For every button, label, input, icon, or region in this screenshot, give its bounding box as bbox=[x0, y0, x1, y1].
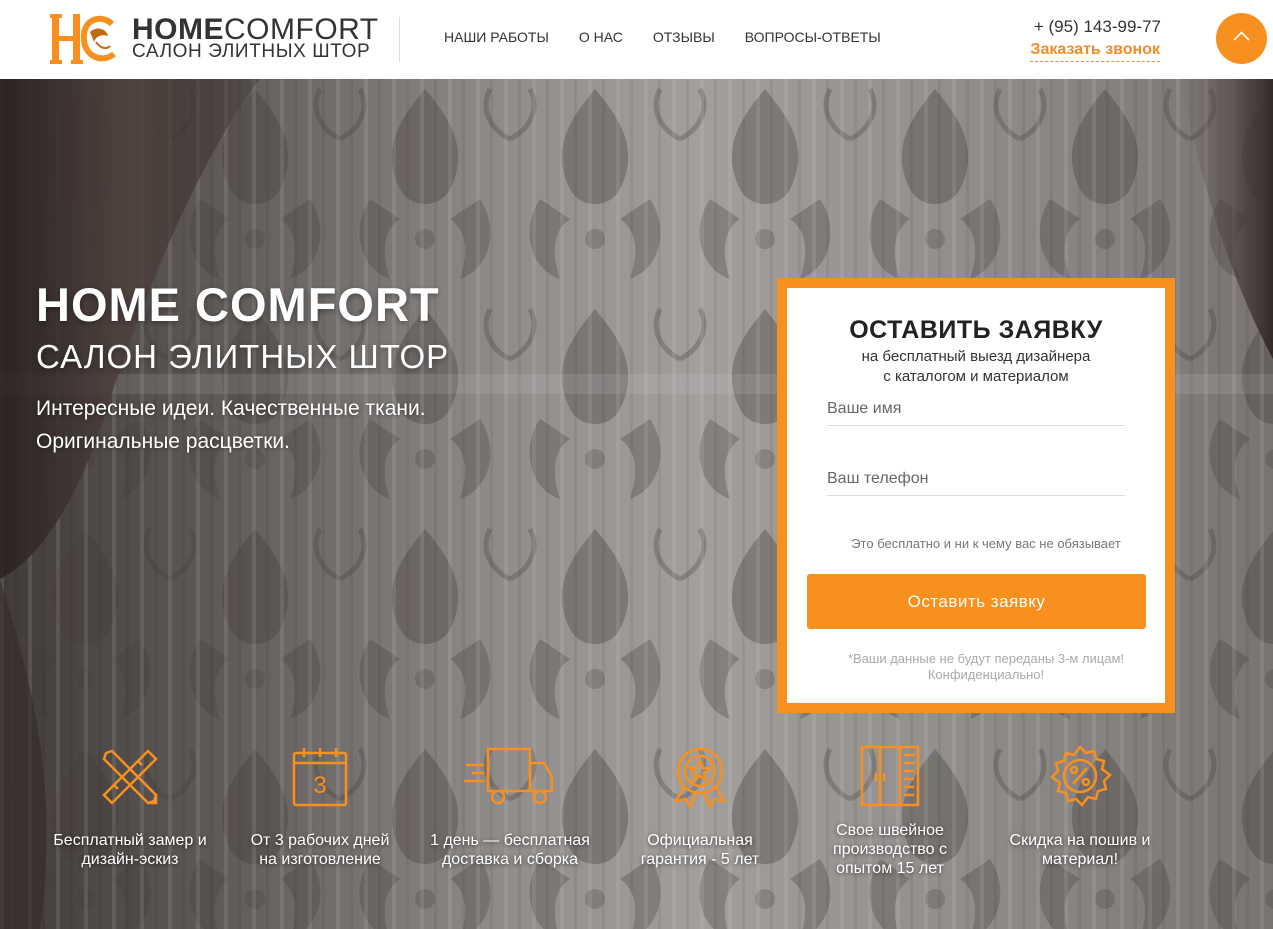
nav-item-works[interactable]: НАШИ РАБОТЫ bbox=[444, 29, 549, 45]
form-note: Это бесплатно и ни к чему вас не обязыва… bbox=[851, 536, 1121, 551]
scroll-up-button[interactable] bbox=[1216, 13, 1267, 64]
feature-production-time: 3 От 3 рабочих дней на изготовление bbox=[225, 745, 415, 869]
logo-mark-icon bbox=[50, 14, 116, 64]
award-star-icon bbox=[673, 747, 727, 809]
hero-title: HOME COMFORT bbox=[36, 278, 440, 331]
hero-section: HOME COMFORT САЛОН ЭЛИТНЫХ ШТОР Интересн… bbox=[0, 79, 1273, 929]
privacy-note-line1: *Ваши данные не будут переданы 3-м лицам… bbox=[847, 651, 1125, 666]
logo[interactable]: HOMECOMFORT САЛОН ЭЛИТНЫХ ШТОР bbox=[50, 12, 378, 68]
feature-own-production: Свое швейное производство с опытом 15 лет bbox=[795, 745, 985, 878]
feature-free-delivery: 1 день — бесплатная доставка и сборка bbox=[415, 745, 605, 869]
feature-discount: Скидка на пошив и материал! bbox=[985, 745, 1175, 869]
form-subtitle-line2: с каталогом и материалом bbox=[883, 368, 1069, 385]
discount-badge-icon bbox=[1050, 745, 1112, 807]
logo-subtitle: САЛОН ЭЛИТНЫХ ШТОР bbox=[132, 41, 371, 62]
submit-request-button[interactable]: Оставить заявку bbox=[807, 574, 1146, 629]
header-divider bbox=[399, 17, 400, 62]
hero-subtitle: САЛОН ЭЛИТНЫХ ШТОР bbox=[36, 338, 450, 375]
nav-item-faq[interactable]: ВОПРОСЫ-ОТВЕТЫ bbox=[745, 29, 881, 45]
wardrobe-icon bbox=[860, 745, 920, 807]
request-form: ОСТАВИТЬ ЗАЯВКУ на бесплатный выезд диза… bbox=[777, 278, 1175, 713]
nav-item-about[interactable]: О НАС bbox=[579, 29, 623, 45]
name-input[interactable] bbox=[827, 392, 1125, 426]
delivery-truck-icon bbox=[464, 747, 554, 805]
feature-text: 1 день — бесплатная доставка и сборка bbox=[430, 832, 590, 868]
ruler-pencil-icon bbox=[102, 749, 158, 805]
nav-item-reviews[interactable]: ОТЗЫВЫ bbox=[653, 29, 715, 45]
calendar-icon: 3 bbox=[292, 748, 348, 807]
phone-input[interactable] bbox=[827, 462, 1125, 496]
chevron-up-icon bbox=[1233, 31, 1250, 41]
feature-text: Бесплатный замер и дизайн-эскиз bbox=[53, 832, 207, 868]
phone-number[interactable]: + (95) 143-99-77 bbox=[1034, 17, 1161, 37]
callback-link[interactable]: Заказать звонок bbox=[1030, 41, 1160, 62]
hero-tagline-line2: Оригинальные расцветки. bbox=[36, 430, 290, 453]
form-subtitle-line1: на бесплатный выезд дизайнера bbox=[861, 348, 1091, 365]
feature-text: От 3 рабочих дней на изготовление bbox=[250, 832, 390, 868]
main-nav: НАШИ РАБОТЫ О НАС ОТЗЫВЫ ВОПРОСЫ-ОТВЕТЫ bbox=[444, 29, 881, 45]
feature-text: Официальная гарантия - 5 лет bbox=[640, 832, 760, 868]
form-title: ОСТАВИТЬ ЗАЯВКУ bbox=[849, 316, 1103, 344]
feature-text: Свое швейное производство с опытом 15 лет bbox=[833, 822, 947, 877]
feature-free-measure: Бесплатный замер и дизайн-эскиз bbox=[35, 745, 225, 869]
svg-text:3: 3 bbox=[313, 772, 326, 799]
site-header: HOMECOMFORT САЛОН ЭЛИТНЫХ ШТОР НАШИ РАБО… bbox=[0, 0, 1273, 79]
privacy-note-line2: Конфиденциально! bbox=[927, 667, 1045, 682]
hero-tagline-line1: Интересные идеи. Качественные ткани. bbox=[36, 397, 426, 420]
feature-warranty: Официальная гарантия - 5 лет bbox=[605, 745, 795, 869]
feature-text: Скидка на пошив и материал! bbox=[1009, 832, 1151, 868]
